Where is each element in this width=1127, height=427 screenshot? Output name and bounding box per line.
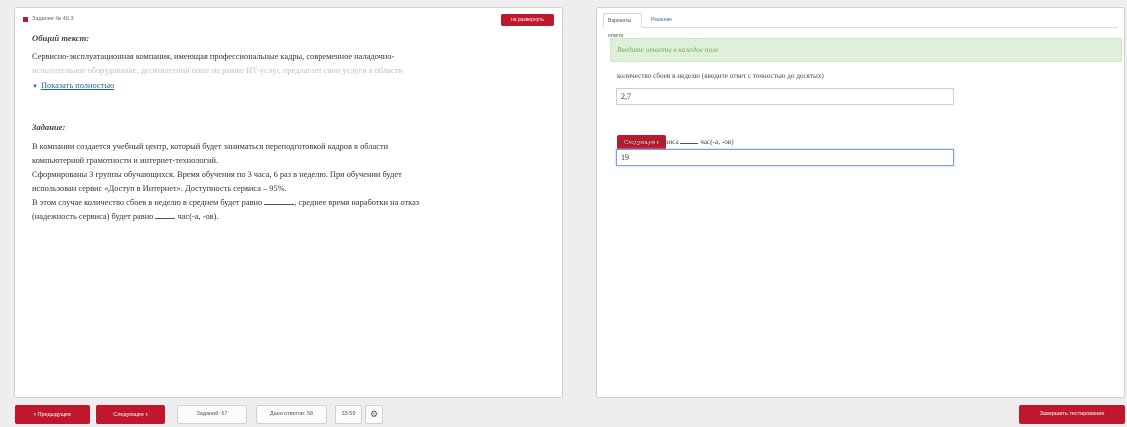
question-2-label-start: надежность сервиса: [617, 138, 679, 146]
answer-panel: Варианты ответа Решение Введите ответы в…: [596, 7, 1125, 398]
tab-solution[interactable]: Решение: [647, 13, 677, 28]
task-text-fragment: (надежность сервиса) будет равно: [32, 212, 154, 221]
next-button-label: Следующее: [113, 412, 145, 418]
show-full-link[interactable]: ▼ Показать полностью: [32, 79, 114, 94]
tasks-count: Заданий: 67: [177, 405, 247, 424]
timer: 33:59: [335, 405, 362, 424]
task-header: Задание № 40.3 на развернуть: [23, 14, 554, 28]
gear-icon: ⚙: [369, 409, 379, 419]
answers-count: Дано ответов: 58: [256, 405, 327, 424]
task-content: Общий текст: Сервисно-эксплуатационная к…: [32, 31, 552, 224]
question-1-input[interactable]: 2,7: [616, 88, 954, 105]
task-text-line: компьютерной грамотности и интернет-техн…: [32, 156, 219, 165]
question-2-label-end: час(-а, -ов): [700, 138, 734, 146]
next-button[interactable]: Следующее ›: [96, 405, 165, 424]
chevron-left-icon: ‹: [33, 411, 36, 418]
tab-divider: [603, 27, 1118, 28]
general-text-heading: Общий текст:: [32, 33, 90, 43]
chevron-right-icon: ›: [145, 411, 148, 418]
task-heading: Задание:: [32, 122, 66, 132]
settings-button[interactable]: ⚙: [365, 405, 383, 424]
answer-blank: [680, 136, 699, 144]
question-2-text: надежность сервиса час(-а, -ов): [617, 136, 734, 146]
task-text-line: (надежность сервиса) будет равно час(-а,…: [32, 210, 552, 224]
instruction-alert: Введите ответы в каждое поле: [610, 38, 1122, 62]
task-text-line: использован сервис «Доступ в Интернет». …: [32, 184, 287, 193]
answer-blank: [155, 210, 176, 219]
prev-button-label: Предыдущее: [37, 412, 72, 418]
prev-button[interactable]: ‹ Предыдущее: [15, 405, 90, 424]
question-1-label: количество сбоев в неделю (введите ответ…: [617, 72, 824, 80]
task-text-line: В этом случае количество сбоев в неделю …: [32, 196, 552, 210]
triangle-down-icon: ▼: [32, 84, 38, 90]
task-panel: Задание № 40.3 на развернуть Общий текст…: [14, 7, 563, 398]
task-text-line: Сформированы 3 группы обучающихся. Время…: [32, 170, 402, 179]
task-text-line: В компании создается учебный центр, кото…: [32, 142, 389, 151]
show-full-label: Показать полностью: [40, 81, 115, 90]
task-text-fragment: час(-а, -ов).: [177, 212, 219, 221]
task-title: Задание № 40.3: [32, 16, 74, 22]
general-text-line: Сервисно-эксплуатационная компания, имею…: [32, 52, 395, 61]
task-text-fragment: В этом случае количество сбоев в неделю …: [32, 198, 263, 207]
answer-blank: [264, 196, 295, 205]
task-text-fragment: , среднее время наработки на отказ: [294, 198, 420, 207]
task-marker-icon: [23, 17, 28, 22]
tab-answer-options[interactable]: Варианты ответа: [603, 13, 642, 39]
general-text-line-faded: испытательное оборудование, десятилетний…: [32, 66, 403, 75]
question-2-input[interactable]: 19: [616, 149, 954, 166]
expand-button[interactable]: на развернуть: [501, 14, 554, 26]
finish-test-button[interactable]: Завершить тестирование: [1019, 405, 1125, 424]
